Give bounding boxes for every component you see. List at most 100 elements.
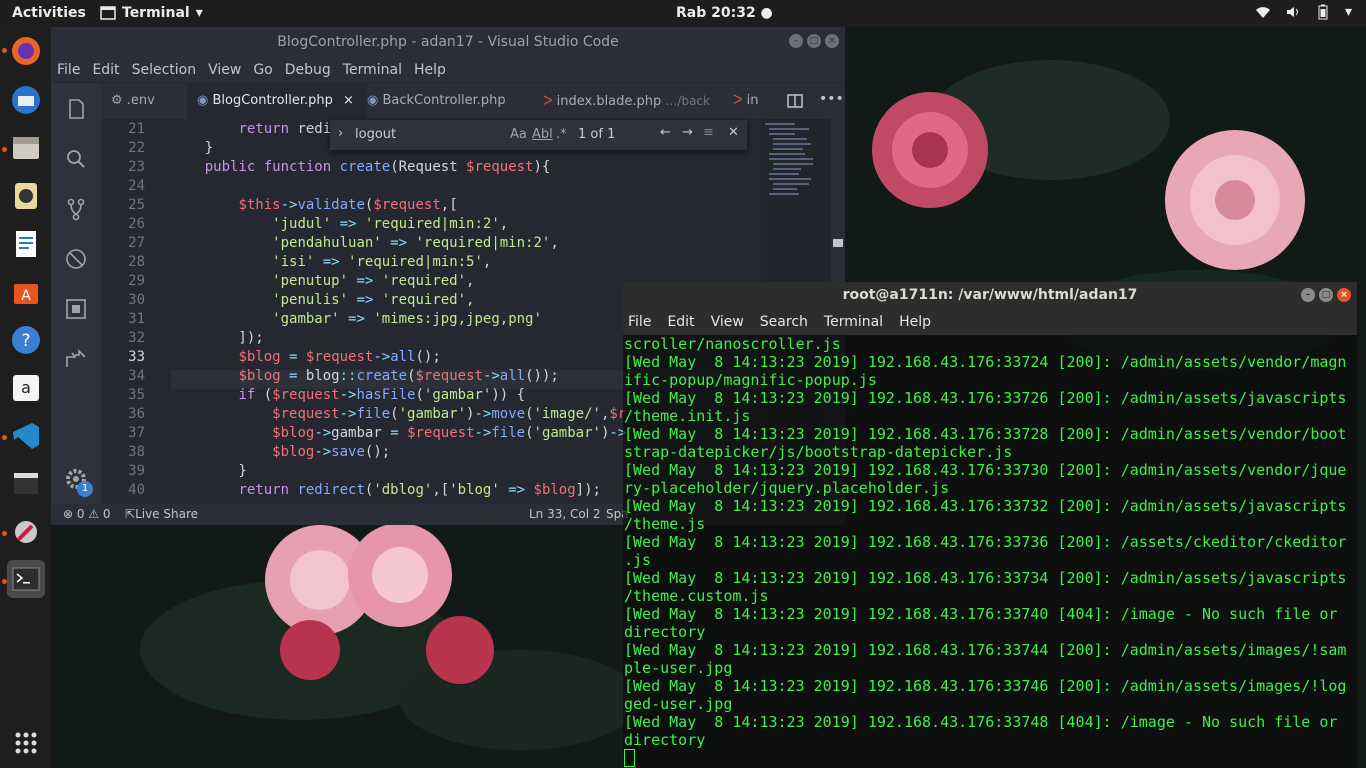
split-editor-icon[interactable] — [787, 93, 803, 109]
vscode-titlebar[interactable]: BlogController.php - adan17 - Visual Stu… — [51, 27, 845, 57]
terminal-titlebar[interactable]: root@a1711n: /var/www/html/adan17 – □ × — [623, 282, 1357, 309]
close-icon[interactable]: × — [343, 93, 354, 108]
terminal-icon[interactable] — [7, 560, 45, 598]
errors-indicator[interactable]: ⊗ 0 ⚠ 0 — [63, 504, 111, 525]
tab-index-blade[interactable]: ᐳ index.blade.php …/back — [533, 83, 733, 119]
menu-view[interactable]: View — [208, 62, 241, 78]
close-button[interactable]: × — [1337, 288, 1351, 302]
chevron-down-icon: ▾ — [195, 5, 203, 21]
video-editor-icon[interactable] — [7, 465, 45, 503]
find-in-selection-icon[interactable]: ≡ — [703, 125, 714, 140]
maximize-button[interactable]: □ — [807, 34, 821, 48]
live-share-label: Live Share — [135, 507, 199, 521]
activities-button[interactable]: Activities — [12, 5, 86, 21]
menu-file[interactable]: File — [57, 62, 80, 78]
firefox-icon[interactable] — [7, 32, 45, 70]
minimize-button[interactable]: – — [789, 34, 803, 48]
menu-terminal[interactable]: Terminal — [824, 314, 883, 330]
terminal-line: [Wed May 8 14:13:23 2019] 192.168.43.176… — [624, 641, 1347, 659]
line-number: 32 — [128, 330, 145, 346]
line-number: 24 — [128, 178, 145, 194]
chevron-down-icon: ▾ — [1344, 4, 1352, 20]
activity-bar: 1 — [51, 83, 101, 525]
code-line: } — [171, 463, 247, 479]
thunderbird-icon[interactable] — [7, 81, 45, 119]
terminal-line: ple-user.jpg — [624, 659, 733, 677]
close-icon[interactable]: ✕ — [728, 125, 739, 140]
menu-view[interactable]: View — [711, 314, 744, 330]
warning-count: 0 — [102, 507, 111, 521]
menu-help[interactable]: Help — [414, 62, 446, 78]
writer-icon[interactable] — [7, 225, 45, 263]
menu-terminal[interactable]: Terminal — [343, 62, 402, 78]
arrow-left-icon[interactable]: ← — [660, 125, 671, 140]
terminal-line: ry-placeholder/jquery.placeholder.js — [624, 479, 950, 497]
code-line: $blog->gambar = $request->file('gambar')… — [272, 425, 627, 441]
menu-selection[interactable]: Selection — [132, 62, 197, 78]
menu-search[interactable]: Search — [760, 314, 808, 330]
terminal-line: scroller/nanoscroller.js — [624, 335, 841, 353]
svg-text:A: A — [21, 288, 31, 304]
more-actions-icon[interactable]: ••• — [819, 91, 844, 107]
clock[interactable]: Rab 20:32 ● — [676, 5, 773, 21]
terminal-line: [Wed May 8 14:13:23 2019] 192.168.43.176… — [624, 425, 1347, 443]
line-number: 28 — [128, 254, 145, 270]
menu-edit[interactable]: Edit — [667, 314, 694, 330]
source-control-icon[interactable] — [64, 197, 88, 221]
code-line: $blog->save(); — [272, 444, 391, 460]
regex-toggle[interactable]: .* — [556, 127, 567, 142]
tab-truncated[interactable]: ᐳ in — [723, 83, 773, 119]
menu-help[interactable]: Help — [899, 314, 931, 330]
tab-blogcontroller[interactable]: ◉ BlogController.php × — [187, 83, 367, 119]
code-line: $blog = $request->all(); — [238, 349, 441, 365]
vscode-icon[interactable] — [7, 417, 45, 455]
system-tray[interactable]: ▾ — [1255, 4, 1352, 20]
code-line: return redi — [238, 121, 332, 137]
code-line: ]); — [171, 330, 264, 346]
menu-debug[interactable]: Debug — [285, 62, 331, 78]
help-icon[interactable]: ? — [7, 321, 45, 359]
code-line: return redirect('dblog',['blog' => $blog… — [238, 482, 601, 498]
terminal-line: directory — [624, 623, 706, 641]
cursor-position[interactable]: Ln 33, Col 2 — [529, 504, 601, 525]
editor-tabs: ⚙ .env ◉ BlogController.php × ◉ BackCont… — [101, 83, 845, 119]
terminal-output[interactable]: scroller/nanoscroller.js [Wed May 8 14:13… — [624, 335, 1354, 768]
tab-backcontroller[interactable]: ◉ BackController.php — [357, 83, 543, 119]
amazon-icon[interactable]: a — [7, 369, 45, 407]
menu-file[interactable]: File — [628, 314, 651, 330]
live-share-button[interactable]: ⇱Live Share — [125, 504, 198, 525]
settings-tool-icon[interactable] — [7, 513, 45, 551]
scroll-thumb[interactable] — [833, 239, 843, 247]
vscode-menubar: File Edit Selection View Go Debug Termin… — [51, 57, 845, 82]
tab-path-hint: …/back — [665, 94, 710, 108]
debug-icon[interactable] — [64, 247, 88, 271]
show-applications-icon[interactable] — [7, 724, 45, 762]
code-line: $blog = blog::create($request->all()); — [238, 368, 559, 384]
line-number: 30 — [128, 292, 145, 308]
chevron-right-icon[interactable]: › — [338, 126, 343, 141]
explorer-icon[interactable] — [64, 97, 88, 121]
terminal-line: ific-popup/magnific-popup.js — [624, 371, 877, 389]
match-case-toggle[interactable]: Aa — [510, 127, 527, 142]
code-line: 'isi' => 'required|min:5', — [272, 254, 492, 270]
arrow-right-icon[interactable]: → — [682, 125, 693, 140]
search-icon[interactable] — [64, 147, 88, 171]
terminal-line: [Wed May 8 14:13:23 2019] 192.168.43.176… — [624, 389, 1347, 407]
menu-edit[interactable]: Edit — [92, 62, 119, 78]
maximize-button[interactable]: □ — [1319, 288, 1333, 302]
line-number: 33 — [128, 349, 145, 365]
menu-go[interactable]: Go — [253, 62, 272, 78]
extensions-icon[interactable] — [64, 297, 88, 321]
whole-word-toggle[interactable]: Abl — [532, 127, 553, 142]
line-number: 26 — [128, 216, 145, 232]
terminal-line: [Wed May 8 14:13:23 2019] 192.168.43.176… — [624, 461, 1347, 479]
tab-env[interactable]: ⚙ .env — [101, 83, 197, 119]
live-share-icon[interactable] — [64, 347, 88, 371]
find-input[interactable]: logout — [355, 127, 396, 142]
software-center-icon[interactable]: A — [7, 273, 45, 311]
files-icon[interactable] — [7, 129, 45, 167]
app-menu[interactable]: Terminal ▾ — [100, 5, 203, 21]
rhythmbox-icon[interactable] — [7, 177, 45, 215]
close-button[interactable]: × — [825, 34, 839, 48]
minimize-button[interactable]: – — [1301, 288, 1315, 302]
